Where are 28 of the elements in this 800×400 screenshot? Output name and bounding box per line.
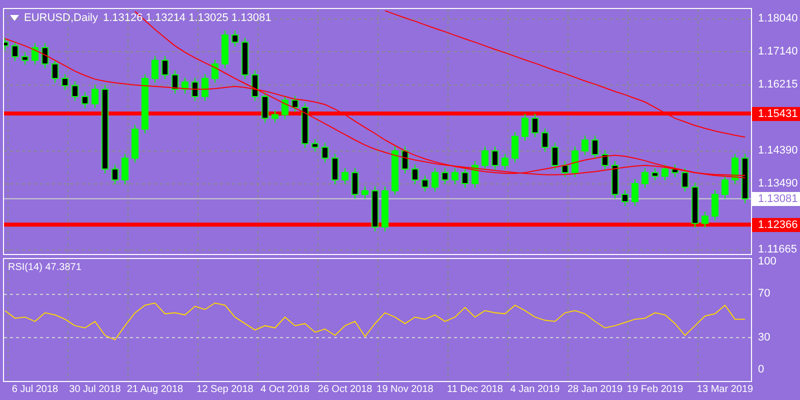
date-axis-label: 6 Jul 2018 — [12, 384, 58, 395]
price-tag: 1.15431 — [752, 106, 800, 121]
date-axis-label: 4 Jan 2019 — [510, 384, 560, 395]
price-axis-label: 1.14390 — [758, 144, 798, 158]
date-axis-label: 12 Sep 2018 — [196, 384, 254, 395]
date-axis-label: 13 Mar 2019 — [696, 384, 754, 395]
date-axis-label: 19 Nov 2018 — [376, 384, 434, 395]
rsi-axis-label: 0 — [758, 363, 764, 376]
price-axis-label: 1.13490 — [758, 177, 798, 190]
price-axis-label: 1.16215 — [758, 78, 798, 92]
rsi-axis-label: 70 — [758, 288, 770, 301]
price-axis-label: 1.11665 — [758, 244, 797, 256]
date-axis-label: 26 Oct 2018 — [318, 384, 372, 395]
price-tag: 1.12366 — [752, 218, 800, 232]
date-axis-label: 4 Oct 2018 — [260, 384, 310, 395]
price-tag: 1.13081 — [752, 192, 800, 206]
date-axis-label: 11 Dec 2018 — [447, 384, 503, 395]
date-axis-label: 21 Aug 2018 — [126, 384, 184, 395]
rsi-axis-label: 100 — [758, 256, 776, 268]
chart-symbol-title: EURUSD,Daily — [24, 12, 98, 24]
date-axis-label: 28 Jan 2019 — [567, 384, 623, 395]
price-axis-label: 1.17140 — [758, 45, 798, 58]
date-axis-label: 30 Jul 2018 — [69, 384, 121, 395]
date-axis-label: 19 Feb 2019 — [626, 384, 684, 395]
rsi-axis-label: 30 — [758, 331, 770, 344]
price-axis-label: 1.18040 — [758, 12, 798, 26]
ohlc-quote: 1.13126 1.13214 1.13025 1.13081 — [102, 12, 272, 24]
rsi-indicator-label: RSI(14) 47.3871 — [8, 262, 82, 273]
